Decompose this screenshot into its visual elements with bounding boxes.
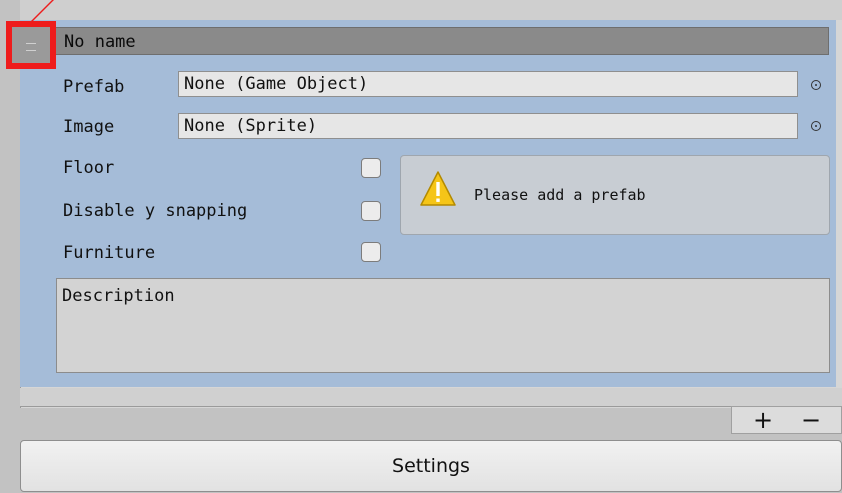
description-textarea[interactable]: Description bbox=[56, 278, 830, 373]
drag-handle[interactable] bbox=[6, 21, 56, 69]
floor-label: Floor bbox=[63, 158, 115, 178]
list-top-strip bbox=[20, 0, 842, 20]
object-picker-icon[interactable] bbox=[811, 80, 821, 90]
prefab-field[interactable]: None (Game Object) bbox=[178, 71, 798, 97]
element-name: No name bbox=[64, 32, 136, 52]
furniture-checkbox[interactable] bbox=[361, 242, 381, 262]
disable-y-snapping-label: Disable y snapping bbox=[63, 201, 248, 221]
element-header-bar[interactable] bbox=[37, 27, 829, 55]
drag-handle-icon bbox=[26, 43, 36, 51]
furniture-label: Furniture bbox=[63, 243, 156, 263]
warning-icon bbox=[420, 171, 456, 206]
disable-y-snapping-checkbox[interactable] bbox=[361, 201, 381, 221]
settings-button[interactable]: Settings bbox=[20, 440, 842, 492]
prefab-label: Prefab bbox=[63, 77, 125, 97]
help-box-message: Please add a prefab bbox=[474, 186, 646, 204]
list-bottom-strip bbox=[20, 388, 842, 407]
add-element-button[interactable]: + bbox=[741, 406, 785, 434]
remove-element-button[interactable]: − bbox=[789, 406, 833, 434]
floor-checkbox[interactable] bbox=[361, 158, 381, 178]
image-field[interactable]: None (Sprite) bbox=[178, 113, 798, 139]
object-picker-icon[interactable] bbox=[811, 121, 821, 131]
image-label: Image bbox=[63, 117, 115, 137]
